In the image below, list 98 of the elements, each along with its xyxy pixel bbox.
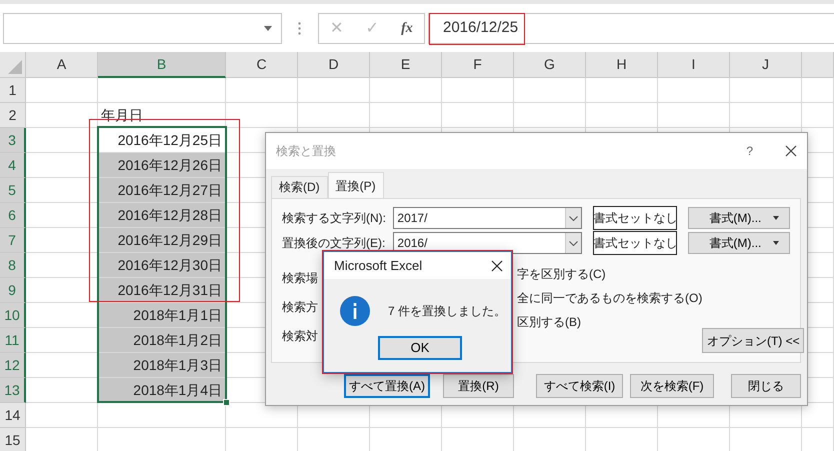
ok-button[interactable]: OK: [378, 336, 462, 360]
sheet-cell[interactable]: [98, 78, 226, 103]
format-preview: 書式セットなし: [593, 231, 678, 255]
column-header[interactable]: D: [298, 52, 370, 78]
sheet-cell[interactable]: [586, 103, 658, 128]
info-icon: [340, 296, 370, 326]
checkbox-label: 全に同一であるものを検索する(O): [517, 290, 702, 307]
caret-icon[interactable]: [773, 216, 780, 220]
sheet-cell[interactable]: [514, 78, 586, 103]
sheet-cell[interactable]: 2016年12月28日: [98, 203, 226, 228]
dialog-button[interactable]: すべて置換(A): [344, 374, 430, 398]
format-button[interactable]: 書式(M)...: [688, 207, 790, 229]
column-header[interactable]: A: [26, 52, 98, 78]
sheet-cell[interactable]: 2018年1月2日: [98, 328, 226, 353]
sheet-cell[interactable]: 2018年1月1日: [98, 303, 226, 328]
sheet-cell[interactable]: [370, 103, 442, 128]
option-label: 検索対: [282, 328, 318, 345]
row-header[interactable]: 10: [0, 303, 26, 328]
sheet-cell[interactable]: [730, 78, 802, 103]
sheet-cell[interactable]: 2016年12月26日: [98, 153, 226, 178]
caret-icon[interactable]: [264, 26, 272, 31]
row-header[interactable]: 3: [0, 128, 26, 153]
option-label: 検索場: [282, 270, 318, 287]
tab[interactable]: 置換(P): [328, 172, 384, 198]
sheet-cell[interactable]: [658, 103, 730, 128]
column-header[interactable]: I: [658, 52, 730, 78]
sheet-cell[interactable]: [802, 78, 834, 103]
dialog-title: 検索と置換: [276, 143, 336, 160]
row-header[interactable]: 11: [0, 328, 26, 353]
dialog-button[interactable]: 置換(R): [443, 374, 514, 398]
options-button[interactable]: オプション(T) <<: [702, 328, 804, 353]
column-header[interactable]: F: [442, 52, 514, 78]
sheet-cell[interactable]: 2016年12月27日: [98, 178, 226, 203]
sheet-cell[interactable]: [442, 78, 514, 103]
message-text: 7 件を置換しました。: [388, 303, 506, 320]
column-header[interactable]: G: [514, 52, 586, 78]
column-header[interactable]: [802, 52, 834, 78]
close-icon[interactable]: [785, 145, 797, 157]
sheet-cell[interactable]: [26, 78, 98, 103]
row-header[interactable]: 15: [0, 428, 26, 451]
sheet-cell[interactable]: 2018年1月3日: [98, 353, 226, 378]
row-header[interactable]: 13: [0, 378, 26, 403]
row-header[interactable]: 7: [0, 228, 26, 253]
sheet-cell[interactable]: [26, 403, 98, 428]
option-label: 検索方: [282, 299, 318, 316]
sheet-cell[interactable]: [658, 78, 730, 103]
fill-handle[interactable]: [223, 399, 230, 406]
dialog-button[interactable]: 次を検索(F): [630, 374, 714, 398]
sheet-cell[interactable]: [98, 403, 226, 428]
column-header[interactable]: E: [370, 52, 442, 78]
checkbox-label: 字を区別する(C): [517, 266, 606, 283]
row-header[interactable]: 12: [0, 353, 26, 378]
row-header[interactable]: 5: [0, 178, 26, 203]
checkbox-label: 区別する(B): [517, 314, 581, 331]
sheet-cell[interactable]: [226, 103, 298, 128]
sheet-cell[interactable]: [802, 103, 834, 128]
sheet-cell[interactable]: 2016年12月30日: [98, 253, 226, 278]
row-header[interactable]: 1: [0, 78, 26, 103]
message-box-title: Microsoft Excel: [334, 256, 422, 275]
insert-function-button[interactable]: fx: [401, 18, 413, 39]
row-header[interactable]: 9: [0, 278, 26, 303]
caret-icon[interactable]: [773, 241, 780, 245]
field-label: 検索する文字列(N):: [282, 210, 387, 227]
row-header[interactable]: 8: [0, 253, 26, 278]
dialog-button[interactable]: すべて検索(I): [536, 374, 623, 398]
sheet-cell[interactable]: 2016年12月31日: [98, 278, 226, 303]
combo-field[interactable]: 2017/: [393, 207, 582, 229]
format-preview: 書式セットなし: [593, 206, 678, 230]
row-header[interactable]: 2: [0, 103, 26, 128]
field-label: 置換後の文字列(E):: [282, 235, 386, 252]
chevron-icon[interactable]: [569, 240, 578, 246]
sheet-cell[interactable]: [298, 78, 370, 103]
more-icon: [298, 22, 301, 35]
sheet-cell[interactable]: 2016年12月29日: [98, 228, 226, 253]
row-header[interactable]: 4: [0, 153, 26, 178]
sheet-cell[interactable]: [730, 103, 802, 128]
column-header[interactable]: J: [730, 52, 802, 78]
dialog-button[interactable]: 閉じる: [731, 374, 801, 398]
tab[interactable]: 検索(D): [271, 176, 328, 198]
close-icon[interactable]: [491, 260, 503, 272]
sheet-cell[interactable]: [298, 103, 370, 128]
column-header[interactable]: B: [98, 52, 226, 78]
sheet-cell[interactable]: [226, 78, 298, 103]
column-header[interactable]: H: [586, 52, 658, 78]
sheet-cell[interactable]: 2018年1月4日: [98, 378, 226, 403]
sheet-cell[interactable]: [442, 103, 514, 128]
chevron-icon[interactable]: [569, 216, 578, 220]
sheet-cell[interactable]: [26, 103, 98, 128]
help-button[interactable]: ?: [746, 142, 753, 160]
sheet-cell[interactable]: [514, 103, 586, 128]
formula-field[interactable]: 2016/12/25: [443, 17, 518, 40]
sheet-cell[interactable]: [370, 78, 442, 103]
format-button[interactable]: 書式(M)...: [688, 232, 790, 254]
row-header[interactable]: 6: [0, 203, 26, 228]
select-all-icon[interactable]: [8, 60, 22, 74]
row-header[interactable]: 14: [0, 403, 26, 428]
sheet-cell[interactable]: [586, 78, 658, 103]
column-header[interactable]: C: [226, 52, 298, 78]
